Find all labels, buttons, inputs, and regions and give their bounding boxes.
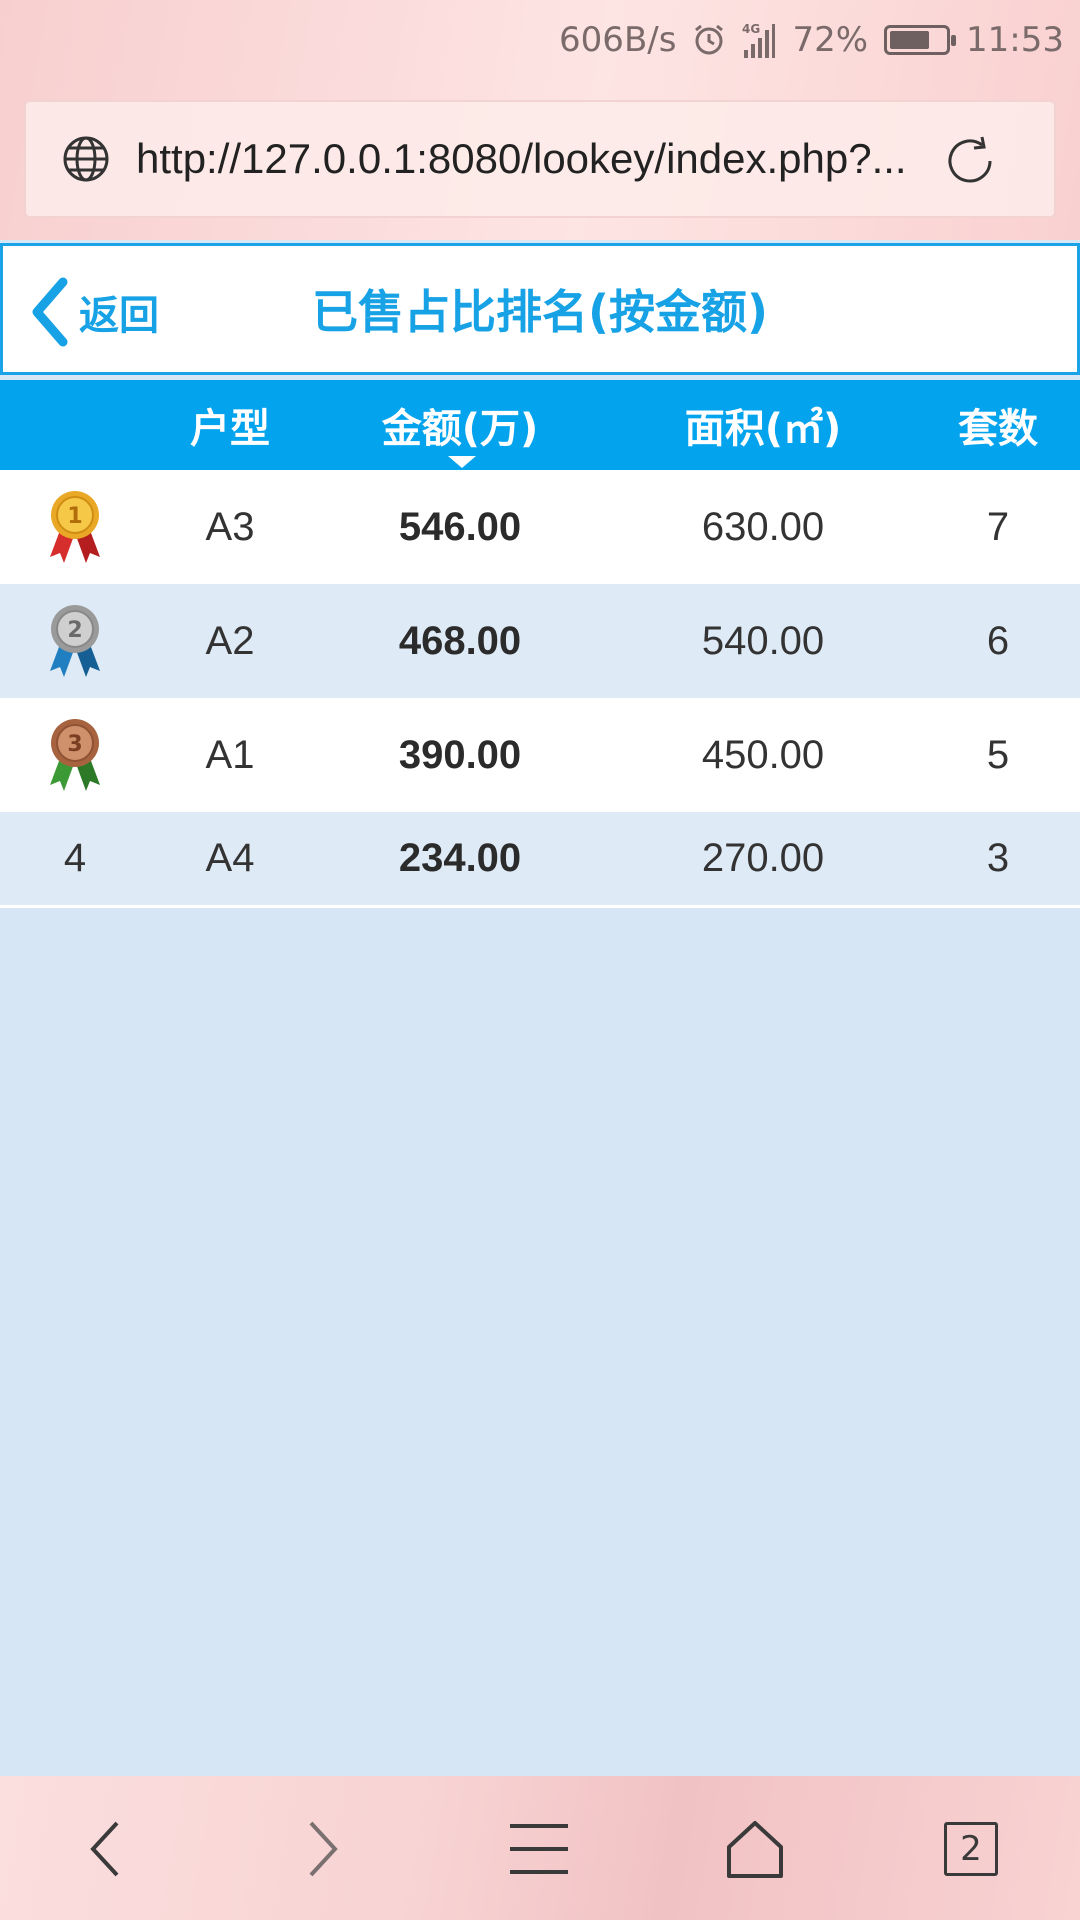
cell-amount: 546.00 <box>398 504 522 549</box>
home-icon[interactable] <box>710 1804 800 1894</box>
cell-type: A2 <box>205 618 255 663</box>
table-row[interactable]: 1 A3 546.00 630.00 7 <box>0 470 1080 584</box>
cell-area: 540.00 <box>701 618 825 663</box>
cell-count: 7 <box>986 504 1010 549</box>
page-header: 返回 已售占比排名(按金额) <box>0 243 1080 375</box>
cell-type: A4 <box>205 836 255 880</box>
battery-percent: 72% <box>792 20 869 60</box>
status-bar: 606B/s 4G 72% 11:53 <box>559 14 1064 66</box>
tab-count: 2 <box>944 1822 998 1876</box>
table-header: 户型 金额(万) 面积(㎡) 套数 <box>0 380 1080 470</box>
gold-medal-icon: 1 <box>0 470 150 584</box>
table-row[interactable]: 2 A2 468.00 540.00 6 <box>0 584 1080 698</box>
network-speed: 606B/s <box>559 20 677 60</box>
svg-text:3: 3 <box>67 732 82 757</box>
column-header-count[interactable]: 套数 <box>916 380 1080 470</box>
column-header-rank <box>0 380 150 470</box>
browser-bottom-nav: 2 <box>0 1776 1080 1920</box>
svg-text:2: 2 <box>67 618 82 643</box>
url-text[interactable]: http://127.0.0.1:8080/lookey/index.php?.… <box>136 135 926 183</box>
column-header-type[interactable]: 户型 <box>150 380 310 470</box>
cell-count: 6 <box>986 618 1010 663</box>
cell-rank: 4 <box>63 836 87 880</box>
ranking-table: 户型 金额(万) 面积(㎡) 套数 1 A3 546.00 630.00 7 2… <box>0 380 1080 908</box>
cell-count: 5 <box>986 732 1010 777</box>
menu-icon[interactable] <box>494 1804 584 1894</box>
bronze-medal-icon: 3 <box>0 698 150 812</box>
clock-time: 11:53 <box>966 20 1064 60</box>
svg-text:1: 1 <box>67 504 82 529</box>
tabs-icon[interactable]: 2 <box>926 1804 1016 1894</box>
page-title: 已售占比排名(按金额) <box>311 285 769 339</box>
svg-text:4G: 4G <box>742 22 760 36</box>
cell-amount: 390.00 <box>398 732 522 777</box>
reload-icon[interactable] <box>942 133 998 189</box>
back-arrow-icon[interactable] <box>60 1804 150 1894</box>
address-bar[interactable]: http://127.0.0.1:8080/lookey/index.php?.… <box>24 100 1056 218</box>
alarm-icon <box>692 23 726 57</box>
cell-count: 3 <box>986 836 1010 880</box>
cell-amount: 234.00 <box>398 836 522 880</box>
browser-chrome: 606B/s 4G 72% 11:53 http://127.0.0.1:808… <box>0 0 1080 240</box>
cell-type: A3 <box>205 504 255 549</box>
table-row[interactable]: 4 A4 234.00 270.00 3 <box>0 812 1080 908</box>
battery-icon <box>884 25 957 55</box>
column-header-area[interactable]: 面积(㎡) <box>610 380 916 470</box>
signal-4g-icon: 4G <box>742 20 776 60</box>
cell-amount: 468.00 <box>398 618 522 663</box>
table-row[interactable]: 3 A1 390.00 450.00 5 <box>0 698 1080 812</box>
forward-arrow-icon[interactable] <box>278 1804 368 1894</box>
sort-indicator-icon <box>448 456 476 468</box>
cell-area: 450.00 <box>701 732 825 777</box>
cell-area: 270.00 <box>701 836 825 880</box>
silver-medal-icon: 2 <box>0 584 150 698</box>
globe-icon <box>63 136 109 182</box>
cell-area: 630.00 <box>701 504 825 549</box>
cell-type: A1 <box>205 732 255 777</box>
